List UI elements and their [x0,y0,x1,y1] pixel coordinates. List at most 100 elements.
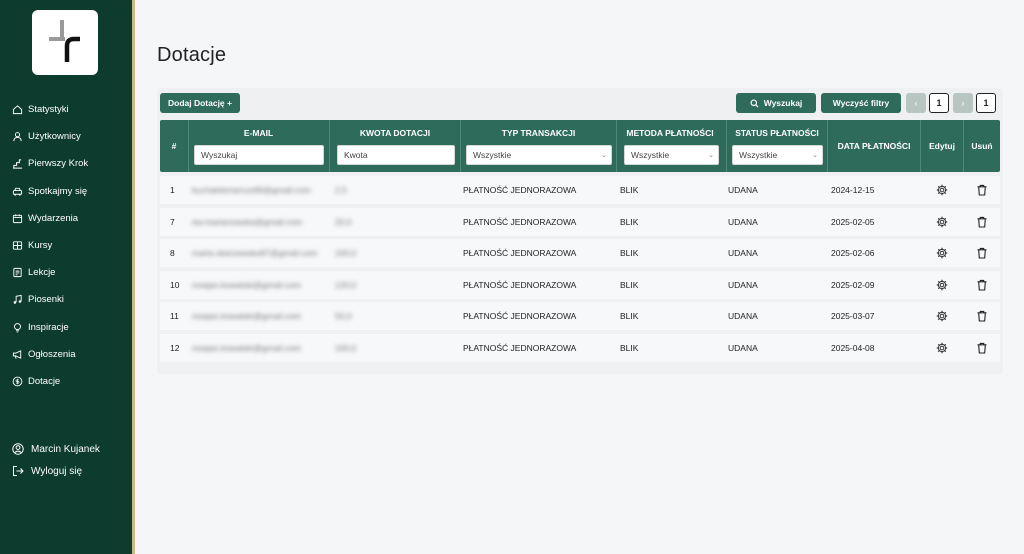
sidebar-item-wydarzenia[interactable]: Wydarzenia [0,205,132,232]
sidebar-item-label: Inspiracje [28,321,69,333]
user-circle-icon [12,443,24,455]
delete-button[interactable] [963,176,1000,204]
sidebar-nav: Statystyki Użytkownicy Pierwszy Krok Spotka… [0,96,132,395]
gear-icon [936,310,948,322]
row-transaction-type: PŁATNOŚĆ JEDNORAZOWA [463,216,577,227]
row-payment-date: 2024-12-15 [831,185,875,195]
current-page-indicator[interactable]: 1 [929,93,949,113]
sidebar-item-spotkajmy-sie[interactable]: Spotkajmy się [0,178,132,205]
search-button[interactable]: Wyszukaj [736,93,816,113]
bulb-icon [12,322,23,333]
user-profile-item[interactable]: Marcin Kujanek [0,438,132,460]
sidebar-item-label: Użytkownicy [28,131,81,143]
add-donation-button[interactable]: Dodaj Dotację + [160,93,240,113]
col-header-delete: Usuń [971,141,993,151]
row-amount: 20,0 [335,216,352,227]
logout-icon [12,465,24,477]
row-payment-status: UDANA [728,216,758,227]
row-email: marta.skarzewska97@gmail.com [192,248,318,258]
table-row[interactable]: 12 nowjan.kowalski@gmail.com 100,0 PŁATNOŚĆ… [160,333,1000,362]
delete-button[interactable] [963,239,1000,267]
sidebar-item-ogloszenia[interactable]: Ogłoszenia [0,341,132,368]
sidebar-item-piosenki[interactable]: Piosenki [0,286,132,313]
chevron-down-icon: ⌄ [812,152,818,159]
sidebar-item-label: Pierwszy Krok [28,158,89,170]
courses-icon [12,240,23,251]
next-page-button[interactable]: › [953,93,973,113]
table-row[interactable]: 10 nowjan.kowalski@gmail.com 120,0 PŁATNOŚĆ… [160,270,1000,299]
table-row[interactable]: 11 nowjan.kowalski@gmail.com 50,0 PŁATNOŚĆ … [160,302,1000,330]
row-transaction-type: PŁATNOŚĆ JEDNORAZOWA [463,248,577,258]
edit-button[interactable] [921,176,963,204]
delete-button[interactable] [963,208,1000,236]
row-transaction-type: PŁATNOŚĆ JEDNORAZOWA [463,342,577,353]
sidebar-item-pierwszy-krok[interactable]: Pierwszy Krok [0,150,132,177]
user-area: Marcin Kujanek Wyloguj się [0,438,132,482]
sidebar-item-statystyki[interactable]: Statystyki [0,96,132,123]
row-email: nowjan.kowalski@gmail.com [192,279,301,290]
row-number: 1 [170,185,175,195]
gear-icon [936,247,948,259]
row-payment-method: BLIK [620,248,639,258]
row-transaction-type: PŁATNOŚĆ JEDNORAZOWA [463,279,577,290]
row-payment-method: BLIK [620,185,639,195]
row-amount: 100,0 [335,248,357,258]
sidebar-item-label: Wydarzenia [28,212,79,224]
sidebar-item-dotacje[interactable]: Dotacje [0,368,132,395]
row-number: 12 [170,342,180,353]
status-filter-select[interactable]: Wszystkie ⌄ [732,145,823,165]
trash-icon [976,247,988,259]
edit-button[interactable] [921,302,963,330]
type-filter-value: Wszystkie [473,150,512,160]
user-icon [12,131,23,142]
gear-icon [936,216,948,228]
search-icon [750,98,759,108]
amount-filter-input[interactable]: Kwota [337,145,455,165]
row-number: 8 [170,248,175,258]
trash-icon [976,342,988,354]
sidebar-item-label: Spotkajmy się [28,185,88,197]
row-email: ew.marianowska@gmail.com [192,216,303,227]
row-number: 11 [170,311,179,321]
edit-button[interactable] [921,239,963,267]
delete-button[interactable] [963,334,1000,362]
type-filter-select[interactable]: Wszystkie ⌄ [466,145,612,165]
email-search-input[interactable]: Wyszukaj [194,145,324,165]
row-payment-status: UDANA [728,342,758,353]
logout-button[interactable]: Wyloguj się [0,460,132,482]
prev-page-button[interactable]: ‹ [906,93,926,113]
sidebar-item-inspiracje[interactable]: Inspiracje [0,314,132,341]
col-header-num: # [171,141,177,151]
coin-icon [12,376,23,387]
edit-button[interactable] [921,271,963,299]
gear-icon [936,184,948,196]
table-row[interactable]: 1 kuchatekmarcus99@gmail.com 2,5 PŁATNOŚĆ J… [160,176,1000,204]
row-payment-date: 2025-02-06 [831,248,875,258]
row-transaction-type: PŁATNOŚĆ JEDNORAZOWA [463,311,577,321]
megaphone-icon [12,349,23,360]
sidebar-item-label: Piosenki [28,294,64,306]
sidebar-item-uzytkownicy[interactable]: Użytkownicy [0,123,132,150]
delete-button[interactable] [963,302,1000,330]
chevron-down-icon: ⌄ [708,152,714,159]
method-filter-value: Wszystkie [631,150,670,160]
calendar-icon [12,213,23,224]
lesson-icon [12,267,23,278]
search-button-label: Wyszukaj [763,98,803,108]
method-filter-select[interactable]: Wszystkie ⌄ [624,145,719,165]
app-logo[interactable] [32,10,98,75]
table-row[interactable]: 8 marta.skarzewska97@gmail.com 100,0 PŁATNO… [160,239,1000,267]
sidebar-item-lekcje[interactable]: Lekcje [0,259,132,286]
total-pages-indicator: 1 [976,93,996,113]
edit-button[interactable] [921,208,963,236]
row-payment-method: BLIK [620,342,639,353]
sidebar-item-kursy[interactable]: Kursy [0,232,132,259]
clear-filters-button[interactable]: Wyczyść filtry [821,93,901,113]
music-icon [12,294,23,305]
table-row[interactable]: 7 ew.marianowska@gmail.com 20,0 PŁATNOŚĆ JE… [160,207,1000,236]
delete-button[interactable] [963,271,1000,299]
edit-button[interactable] [921,334,963,362]
trash-icon [976,310,988,322]
row-email: kuchatekmarcus99@gmail.com [192,185,311,195]
car-icon [12,186,23,197]
